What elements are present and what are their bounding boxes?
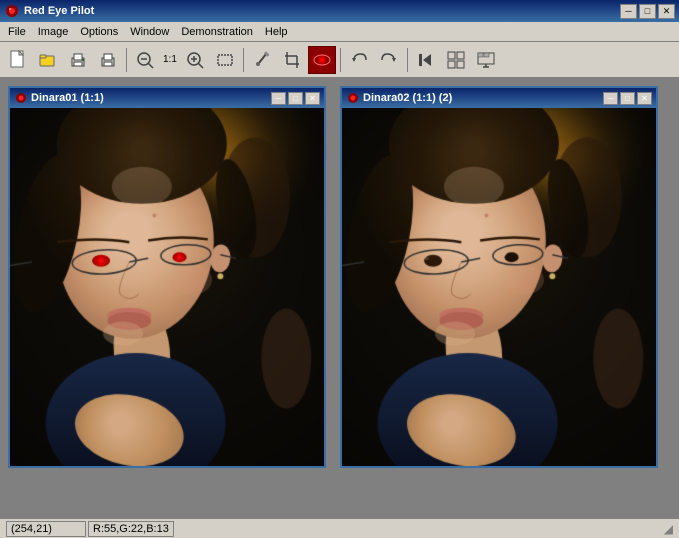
menu-options[interactable]: Options [74,22,124,41]
title-bar-left: Red Eye Pilot [4,3,94,19]
img-close-btn-2[interactable]: ✕ [637,92,652,105]
img-minimize-btn[interactable]: ─ [271,92,286,105]
resize-grip[interactable]: ◢ [664,522,673,536]
status-coords: (254,21) [6,521,86,537]
toolbar-undo[interactable] [345,46,373,74]
maximize-button[interactable]: □ [639,4,656,19]
toolbar-new[interactable] [4,46,32,74]
menu-file[interactable]: File [2,22,32,41]
status-bar: (254,21) R:55,G:22,B:13 ◢ [0,518,679,538]
img-title-left-2: Dinara02 (1:1) (2) [346,91,452,105]
img-maximize-btn-2[interactable]: □ [620,92,635,105]
toolbar: 1:1 [0,42,679,78]
img-content-dinara01 [10,108,324,466]
img-maximize-btn[interactable]: □ [288,92,303,105]
img-window-title-text-2: Dinara02 (1:1) (2) [363,92,452,104]
img-close-btn[interactable]: ✕ [305,92,320,105]
toolbar-print2[interactable] [94,46,122,74]
menu-help[interactable]: Help [259,22,294,41]
rgb-text: R:55,G:22,B:13 [93,523,169,535]
img-window-title-dinara01[interactable]: Dinara01 (1:1) ─ □ ✕ [10,88,324,108]
img-window-title-dinara02[interactable]: Dinara02 (1:1) (2) ─ □ ✕ [342,88,656,108]
menu-demonstration[interactable]: Demonstration [175,22,259,41]
img-title-left: Dinara01 (1:1) [14,91,104,105]
close-button[interactable]: ✕ [658,4,675,19]
img-minimize-btn-2[interactable]: ─ [603,92,618,105]
img-window-icon [14,91,28,105]
toolbar-open[interactable] [34,46,62,74]
img-window-title-text: Dinara01 (1:1) [31,92,104,104]
photo-canvas-right [342,108,656,466]
menu-window[interactable]: Window [124,22,175,41]
img-window-controls: ─ □ ✕ [271,92,320,105]
menu-image[interactable]: Image [32,22,75,41]
menu-bar: File Image Options Window Demonstration … [0,22,679,42]
toolbar-grid[interactable] [442,46,470,74]
toolbar-rect-select[interactable] [211,46,239,74]
image-window-dinara02: Dinara02 (1:1) (2) ─ □ ✕ [340,86,658,468]
toolbar-zoom-in[interactable] [181,46,209,74]
img-content-dinara02 [342,108,656,466]
image-window-dinara01: Dinara01 (1:1) ─ □ ✕ [8,86,326,468]
toolbar-redo[interactable] [375,46,403,74]
toolbar-print[interactable] [64,46,92,74]
toolbar-crop[interactable] [278,46,306,74]
workspace: Dinara01 (1:1) ─ □ ✕ Dinara02 (1:1) ( [0,78,679,518]
img-window-controls-2: ─ □ ✕ [603,92,652,105]
img-window-icon-2 [346,91,360,105]
photo-canvas-left [10,108,324,466]
toolbar-zoom-out[interactable] [131,46,159,74]
window-controls: ─ □ ✕ [620,4,675,19]
app-title: Red Eye Pilot [24,5,94,17]
zoom-level-label: 1:1 [161,54,179,65]
title-bar: Red Eye Pilot ─ □ ✕ [0,0,679,22]
coords-text: (254,21) [11,523,52,535]
app-icon [4,3,20,19]
toolbar-redeye[interactable] [308,46,336,74]
toolbar-eyedropper[interactable] [248,46,276,74]
toolbar-export[interactable] [472,46,500,74]
separator-1 [126,48,127,72]
separator-2 [243,48,244,72]
toolbar-prev[interactable] [412,46,440,74]
separator-3 [340,48,341,72]
minimize-button[interactable]: ─ [620,4,637,19]
status-rgb: R:55,G:22,B:13 [88,521,174,537]
separator-4 [407,48,408,72]
